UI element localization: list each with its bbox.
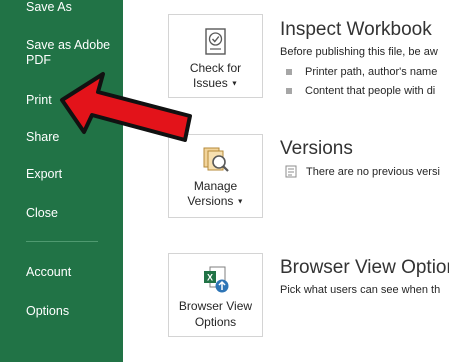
manage-versions-label-1: Manage xyxy=(193,179,238,193)
browser-view-label-2: Options xyxy=(194,315,237,329)
inspect-workbook-title: Inspect Workbook xyxy=(280,19,432,40)
check-for-issues-label-2: Issues ▼ xyxy=(169,76,262,91)
nav-account[interactable]: Account xyxy=(26,265,116,280)
manage-versions-icon xyxy=(203,147,229,172)
versions-description: There are no previous versi xyxy=(306,166,440,178)
nav-divider xyxy=(26,241,98,242)
check-for-issues-text: Issues xyxy=(193,76,228,90)
excel-browser-icon: X xyxy=(204,266,229,293)
check-for-issues-button[interactable]: Check for Issues ▼ xyxy=(168,14,263,98)
nav-print[interactable]: Print xyxy=(26,93,116,108)
dropdown-caret-icon: ▼ xyxy=(236,198,244,206)
versions-title: Versions xyxy=(280,138,353,159)
nav-options[interactable]: Options xyxy=(26,304,116,319)
nav-share[interactable]: Share xyxy=(26,130,116,145)
browser-view-options-button[interactable]: X Browser View Options xyxy=(168,253,263,337)
bullet-square-icon xyxy=(286,69,292,75)
check-document-icon xyxy=(205,28,226,55)
nav-save-as[interactable]: Save As xyxy=(26,0,116,15)
nav-save-as-adobe-pdf[interactable]: Save as Adobe PDF xyxy=(26,38,116,68)
nav-export[interactable]: Export xyxy=(26,167,116,182)
inspect-bullet-text: Printer path, author's name xyxy=(305,66,438,78)
inspect-workbook-description: Before publishing this file, be aw xyxy=(280,46,438,58)
bullet-square-icon xyxy=(286,88,292,94)
backstage-sidebar: Save As Save as Adobe PDF Print Share Ex… xyxy=(0,0,123,362)
nav-close[interactable]: Close xyxy=(26,206,116,221)
check-for-issues-label-1: Check for xyxy=(189,61,242,75)
manage-versions-label-2: Versions ▼ xyxy=(169,194,262,209)
document-icon xyxy=(285,165,297,178)
svg-text:X: X xyxy=(207,273,213,283)
dropdown-caret-icon: ▼ xyxy=(231,80,238,88)
browser-view-description: Pick what users can see when th xyxy=(280,284,441,296)
browser-view-label-1: Browser View xyxy=(178,299,253,313)
inspect-bullet-text: Content that people with di xyxy=(305,85,436,97)
manage-versions-text: Versions xyxy=(187,194,234,208)
browser-view-options-title: Browser View Option xyxy=(280,257,449,278)
manage-versions-button[interactable]: Manage Versions ▼ xyxy=(168,134,263,218)
